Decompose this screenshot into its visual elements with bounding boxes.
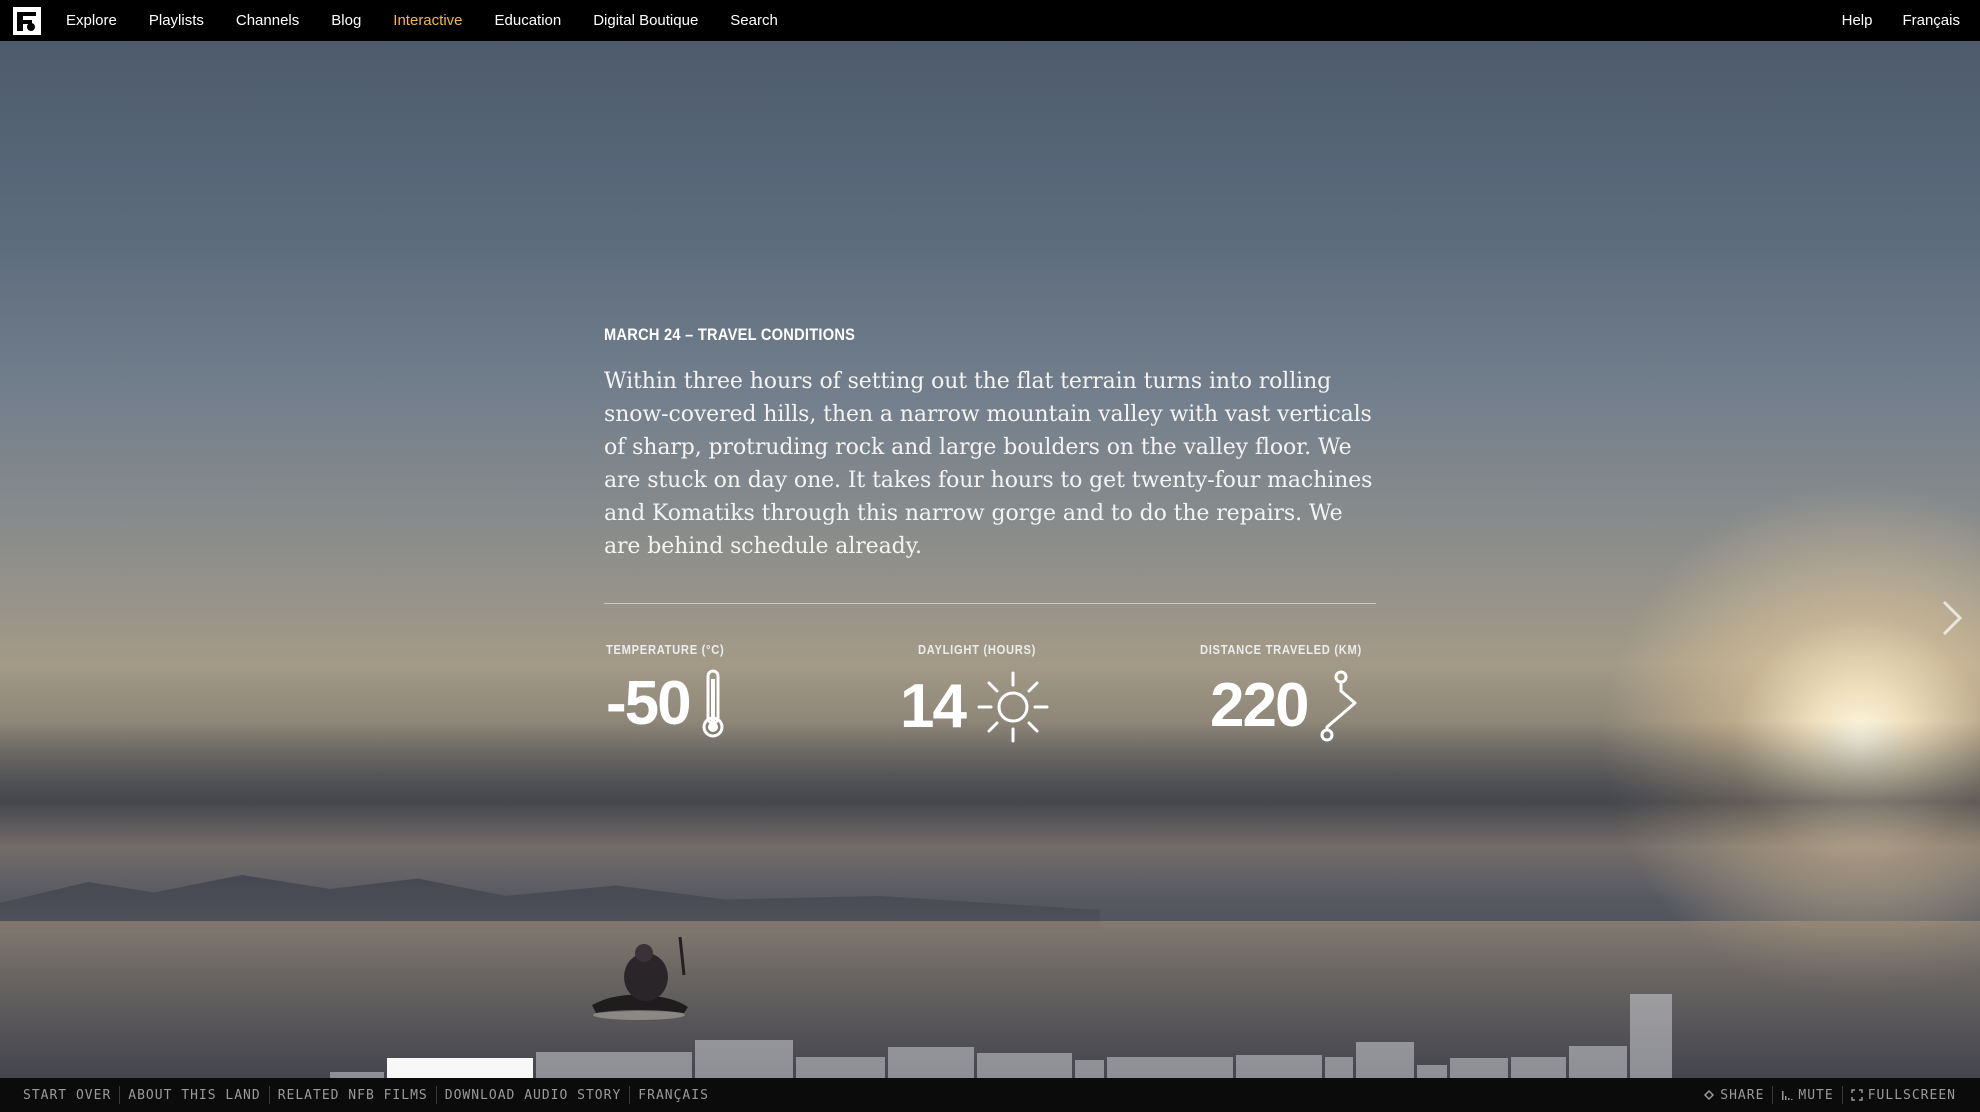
mute-button[interactable]: MUTE bbox=[1773, 1088, 1841, 1103]
fullscreen-label: FULLSCREEN bbox=[1867, 1087, 1956, 1103]
timeline-segment[interactable] bbox=[1450, 1058, 1508, 1078]
timeline-segment[interactable] bbox=[1511, 1057, 1566, 1078]
divider bbox=[604, 603, 1376, 604]
travel-stats: TEMPERATURE (°C) -50 DAYLIGHT (HOURS) 14 bbox=[604, 642, 1376, 752]
timeline-segment[interactable] bbox=[1417, 1065, 1447, 1078]
journal-entry: MARCH 24 – TRAVEL CONDITIONS Within thre… bbox=[604, 325, 1376, 752]
next-arrow-icon[interactable] bbox=[1938, 598, 1966, 638]
nav-blog[interactable]: Blog bbox=[331, 12, 361, 29]
share-label: SHARE bbox=[1720, 1087, 1765, 1103]
stat-temperature-label: TEMPERATURE (°C) bbox=[606, 642, 725, 657]
timeline-segment[interactable] bbox=[536, 1052, 692, 1078]
nav-search[interactable]: Search bbox=[730, 12, 778, 29]
nav-channels[interactable]: Channels bbox=[236, 12, 299, 29]
nfb-logo-icon[interactable] bbox=[12, 6, 42, 36]
nav-playlists[interactable]: Playlists bbox=[149, 12, 204, 29]
nav-language[interactable]: Français bbox=[1902, 12, 1960, 29]
stat-distance-label: DISTANCE TRAVELED (KM) bbox=[1200, 642, 1362, 657]
stat-daylight-value: 14 bbox=[900, 672, 967, 741]
download-audio-link[interactable]: DOWNLOAD AUDIO STORY bbox=[437, 1088, 630, 1103]
volume-icon bbox=[1782, 1091, 1793, 1100]
start-over-button[interactable]: START OVER bbox=[0, 1088, 119, 1103]
route-icon bbox=[1320, 670, 1357, 742]
stat-distance: DISTANCE TRAVELED (KM) 220 bbox=[1200, 642, 1388, 743]
share-icon bbox=[1704, 1089, 1715, 1101]
nav-interactive[interactable]: Interactive bbox=[393, 12, 462, 29]
timeline-segment[interactable] bbox=[1107, 1057, 1233, 1078]
entry-body: Within three hours of setting out the fl… bbox=[604, 369, 1373, 559]
top-nav: Explore Playlists Channels Blog Interact… bbox=[0, 0, 1980, 41]
language-link[interactable]: FRANÇAIS bbox=[630, 1088, 717, 1103]
stat-temperature-value: -50 bbox=[606, 669, 692, 738]
bottom-bar: START OVER ABOUT THIS LAND RELATED NFB F… bbox=[0, 1078, 1980, 1112]
timeline-segment[interactable] bbox=[387, 1058, 533, 1078]
timeline-segment[interactable] bbox=[1325, 1057, 1353, 1078]
entry-heading: MARCH 24 – TRAVEL CONDITIONS bbox=[604, 325, 856, 344]
timeline-segment[interactable] bbox=[695, 1040, 793, 1078]
timeline-segment[interactable] bbox=[977, 1053, 1072, 1078]
nav-explore[interactable]: Explore bbox=[66, 12, 117, 29]
nav-education[interactable]: Education bbox=[495, 12, 562, 29]
timeline bbox=[330, 970, 1672, 1091]
timeline-segment[interactable] bbox=[796, 1057, 885, 1078]
timeline-segment[interactable] bbox=[1236, 1055, 1322, 1078]
stat-distance-value: 220 bbox=[1210, 671, 1309, 740]
bottom-bar-right: SHARE MUTE FULLSCREEN bbox=[1680, 1086, 1980, 1104]
about-this-land-link[interactable]: ABOUT THIS LAND bbox=[120, 1088, 268, 1103]
nav-right: Help Français bbox=[1812, 12, 1980, 29]
timeline-segment[interactable] bbox=[1356, 1042, 1414, 1078]
main-nav: Explore Playlists Channels Blog Interact… bbox=[66, 12, 810, 29]
nav-help[interactable]: Help bbox=[1842, 12, 1873, 29]
stat-daylight-label: DAYLIGHT (HOURS) bbox=[918, 642, 1037, 657]
fullscreen-button[interactable]: FULLSCREEN bbox=[1843, 1088, 1980, 1103]
timeline-segment[interactable] bbox=[1630, 994, 1672, 1078]
thermometer-icon bbox=[702, 669, 724, 738]
timeline-segment[interactable] bbox=[1569, 1046, 1627, 1078]
nav-digital-boutique[interactable]: Digital Boutique bbox=[593, 12, 698, 29]
stat-daylight: DAYLIGHT (HOURS) 14 bbox=[900, 642, 1055, 745]
stat-temperature: TEMPERATURE (°C) -50 bbox=[606, 642, 744, 739]
sun-icon bbox=[977, 671, 1049, 743]
timeline-segment[interactable] bbox=[1075, 1060, 1104, 1078]
fullscreen-icon bbox=[1850, 1089, 1863, 1101]
share-button[interactable]: SHARE bbox=[1680, 1088, 1772, 1103]
related-films-link[interactable]: RELATED NFB FILMS bbox=[270, 1088, 436, 1103]
timeline-segment[interactable] bbox=[888, 1047, 974, 1078]
mute-label: MUTE bbox=[1798, 1087, 1834, 1103]
